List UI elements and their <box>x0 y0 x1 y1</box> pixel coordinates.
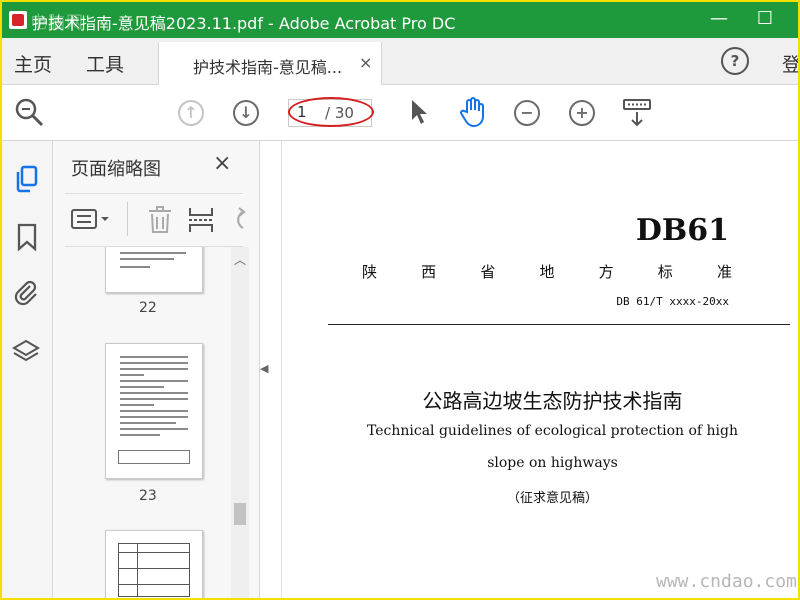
watermark-overlay: 电脑网 <box>30 13 84 33</box>
menu-tab-bar: 主页 工具 护技术指南-意见稿... × ? 登 <box>2 38 798 85</box>
thumb-table-row <box>119 568 189 569</box>
scroll-up-icon[interactable]: ︿ <box>234 251 246 268</box>
thumb-text-line <box>120 368 188 370</box>
select-cursor-icon[interactable] <box>408 98 430 130</box>
thumbnail-page-23[interactable] <box>105 343 203 479</box>
document-tab-label: 护技术指南-意见稿... <box>193 58 343 77</box>
bookmark-icon[interactable] <box>16 223 38 255</box>
page-thumbnails-icon[interactable] <box>14 165 40 197</box>
site-watermark: www.cndao.com <box>656 571 797 592</box>
thumb-text-line <box>120 398 188 400</box>
draft-label: （征求意见稿） <box>506 491 598 506</box>
thumb-text-line <box>120 422 176 424</box>
thumb-text-line <box>120 410 188 412</box>
previous-page-icon[interactable]: ↑ <box>178 100 204 126</box>
thumb-text-line <box>120 266 150 268</box>
toolbar-divider <box>127 202 128 236</box>
province-char: 标 <box>657 263 673 281</box>
thumbnail-page-24[interactable] <box>105 530 203 598</box>
thumb-text-line <box>120 404 154 406</box>
thumbnail-scrollbar[interactable]: ︿ <box>231 247 249 598</box>
thumb-text-line <box>120 392 188 394</box>
next-page-icon[interactable]: ↓ <box>233 100 259 126</box>
main-toolbar: ↑ ↓ / 30 − + <box>2 85 798 141</box>
document-view: DB61 陕 西 省 地 方 标 准 DB 61/T xxxx-20xx 公路高… <box>281 141 798 598</box>
panel-close-icon[interactable]: × <box>213 151 231 176</box>
rotate-page-icon[interactable] <box>229 206 249 238</box>
province-char: 西 <box>421 263 437 281</box>
tab-close-icon[interactable]: × <box>359 53 372 72</box>
login-link[interactable]: 登 <box>782 50 798 77</box>
help-icon[interactable]: ? <box>721 47 749 75</box>
navigation-rail <box>2 141 53 598</box>
minimize-button[interactable]: — <box>704 6 734 32</box>
province-standard-label: 陕 西 省 地 方 标 准 <box>362 261 732 282</box>
zoom-in-icon[interactable]: + <box>569 100 595 126</box>
scrollbar-thumb[interactable] <box>234 503 246 525</box>
layers-icon[interactable] <box>12 337 40 369</box>
thumb-text-line <box>120 428 188 430</box>
thumbnail-page-22[interactable] <box>105 247 203 293</box>
thumb-text-line <box>120 380 188 382</box>
province-char: 省 <box>480 263 496 281</box>
acrobat-window: 护技术指南-意见稿2023.11.pdf - Adobe Acrobat Pro… <box>0 0 800 600</box>
thumbnail-list: 22 23 <box>53 247 233 598</box>
thumb-text-line <box>120 356 188 358</box>
title-bar: 护技术指南-意见稿2023.11.pdf - Adobe Acrobat Pro… <box>2 2 798 38</box>
thumb-text-line <box>120 416 188 418</box>
thumbnails-panel: 页面缩略图 × 22 23 ︿ <box>53 141 260 598</box>
thumb-table-row <box>119 552 189 553</box>
thumb-text-line <box>120 434 160 436</box>
province-char: 方 <box>598 263 614 281</box>
thumb-text-line <box>120 386 164 388</box>
collapse-panel-icon[interactable]: ◀ <box>260 362 268 375</box>
page-display-icon[interactable] <box>622 98 652 132</box>
thumb-table <box>118 543 190 597</box>
window-title: 护技术指南-意见稿2023.11.pdf - Adobe Acrobat Pro… <box>32 14 456 33</box>
menu-home[interactable]: 主页 <box>14 50 52 77</box>
document-tab[interactable]: 护技术指南-意见稿... × <box>158 42 382 85</box>
attachment-icon[interactable] <box>12 279 40 311</box>
delete-page-icon[interactable] <box>147 206 173 238</box>
header-rule <box>328 324 790 325</box>
thumb-text-line <box>120 252 186 254</box>
thumb-table-col <box>137 544 138 596</box>
thumbnail-options-icon[interactable] <box>71 208 111 236</box>
zoom-search-icon[interactable] <box>14 97 44 131</box>
province-char: 准 <box>716 263 732 281</box>
document-title-en-line1: Technical guidelines of ecological prote… <box>366 423 739 439</box>
menu-tools[interactable]: 工具 <box>86 50 124 77</box>
standard-code: DB61 <box>635 213 729 248</box>
acrobat-app-icon <box>9 11 27 29</box>
maximize-button[interactable]: ☐ <box>750 6 780 32</box>
document-title-en-line2: slope on highways <box>487 455 618 471</box>
standard-number: DB 61/T xxxx-20xx <box>616 295 729 308</box>
thumb-text-line <box>120 258 174 260</box>
thumb-text-line <box>120 374 144 376</box>
document-title-cn: 公路高边坡生态防护技术指南 <box>422 389 683 413</box>
thumb-table <box>118 450 190 464</box>
thumbnail-page-number: 22 <box>139 300 157 316</box>
panel-toolbar <box>65 193 246 247</box>
province-char: 陕 <box>362 263 378 281</box>
red-highlight-ellipse <box>288 97 374 127</box>
zoom-out-icon[interactable]: − <box>514 100 540 126</box>
hand-tool-icon[interactable] <box>458 96 488 132</box>
insert-page-icon[interactable] <box>187 206 215 238</box>
thumbnail-page-number: 23 <box>139 488 157 504</box>
thumb-text-line <box>120 362 188 364</box>
panel-title: 页面缩略图 <box>71 159 161 180</box>
thumb-table-row <box>119 584 189 585</box>
province-char: 地 <box>539 263 555 281</box>
